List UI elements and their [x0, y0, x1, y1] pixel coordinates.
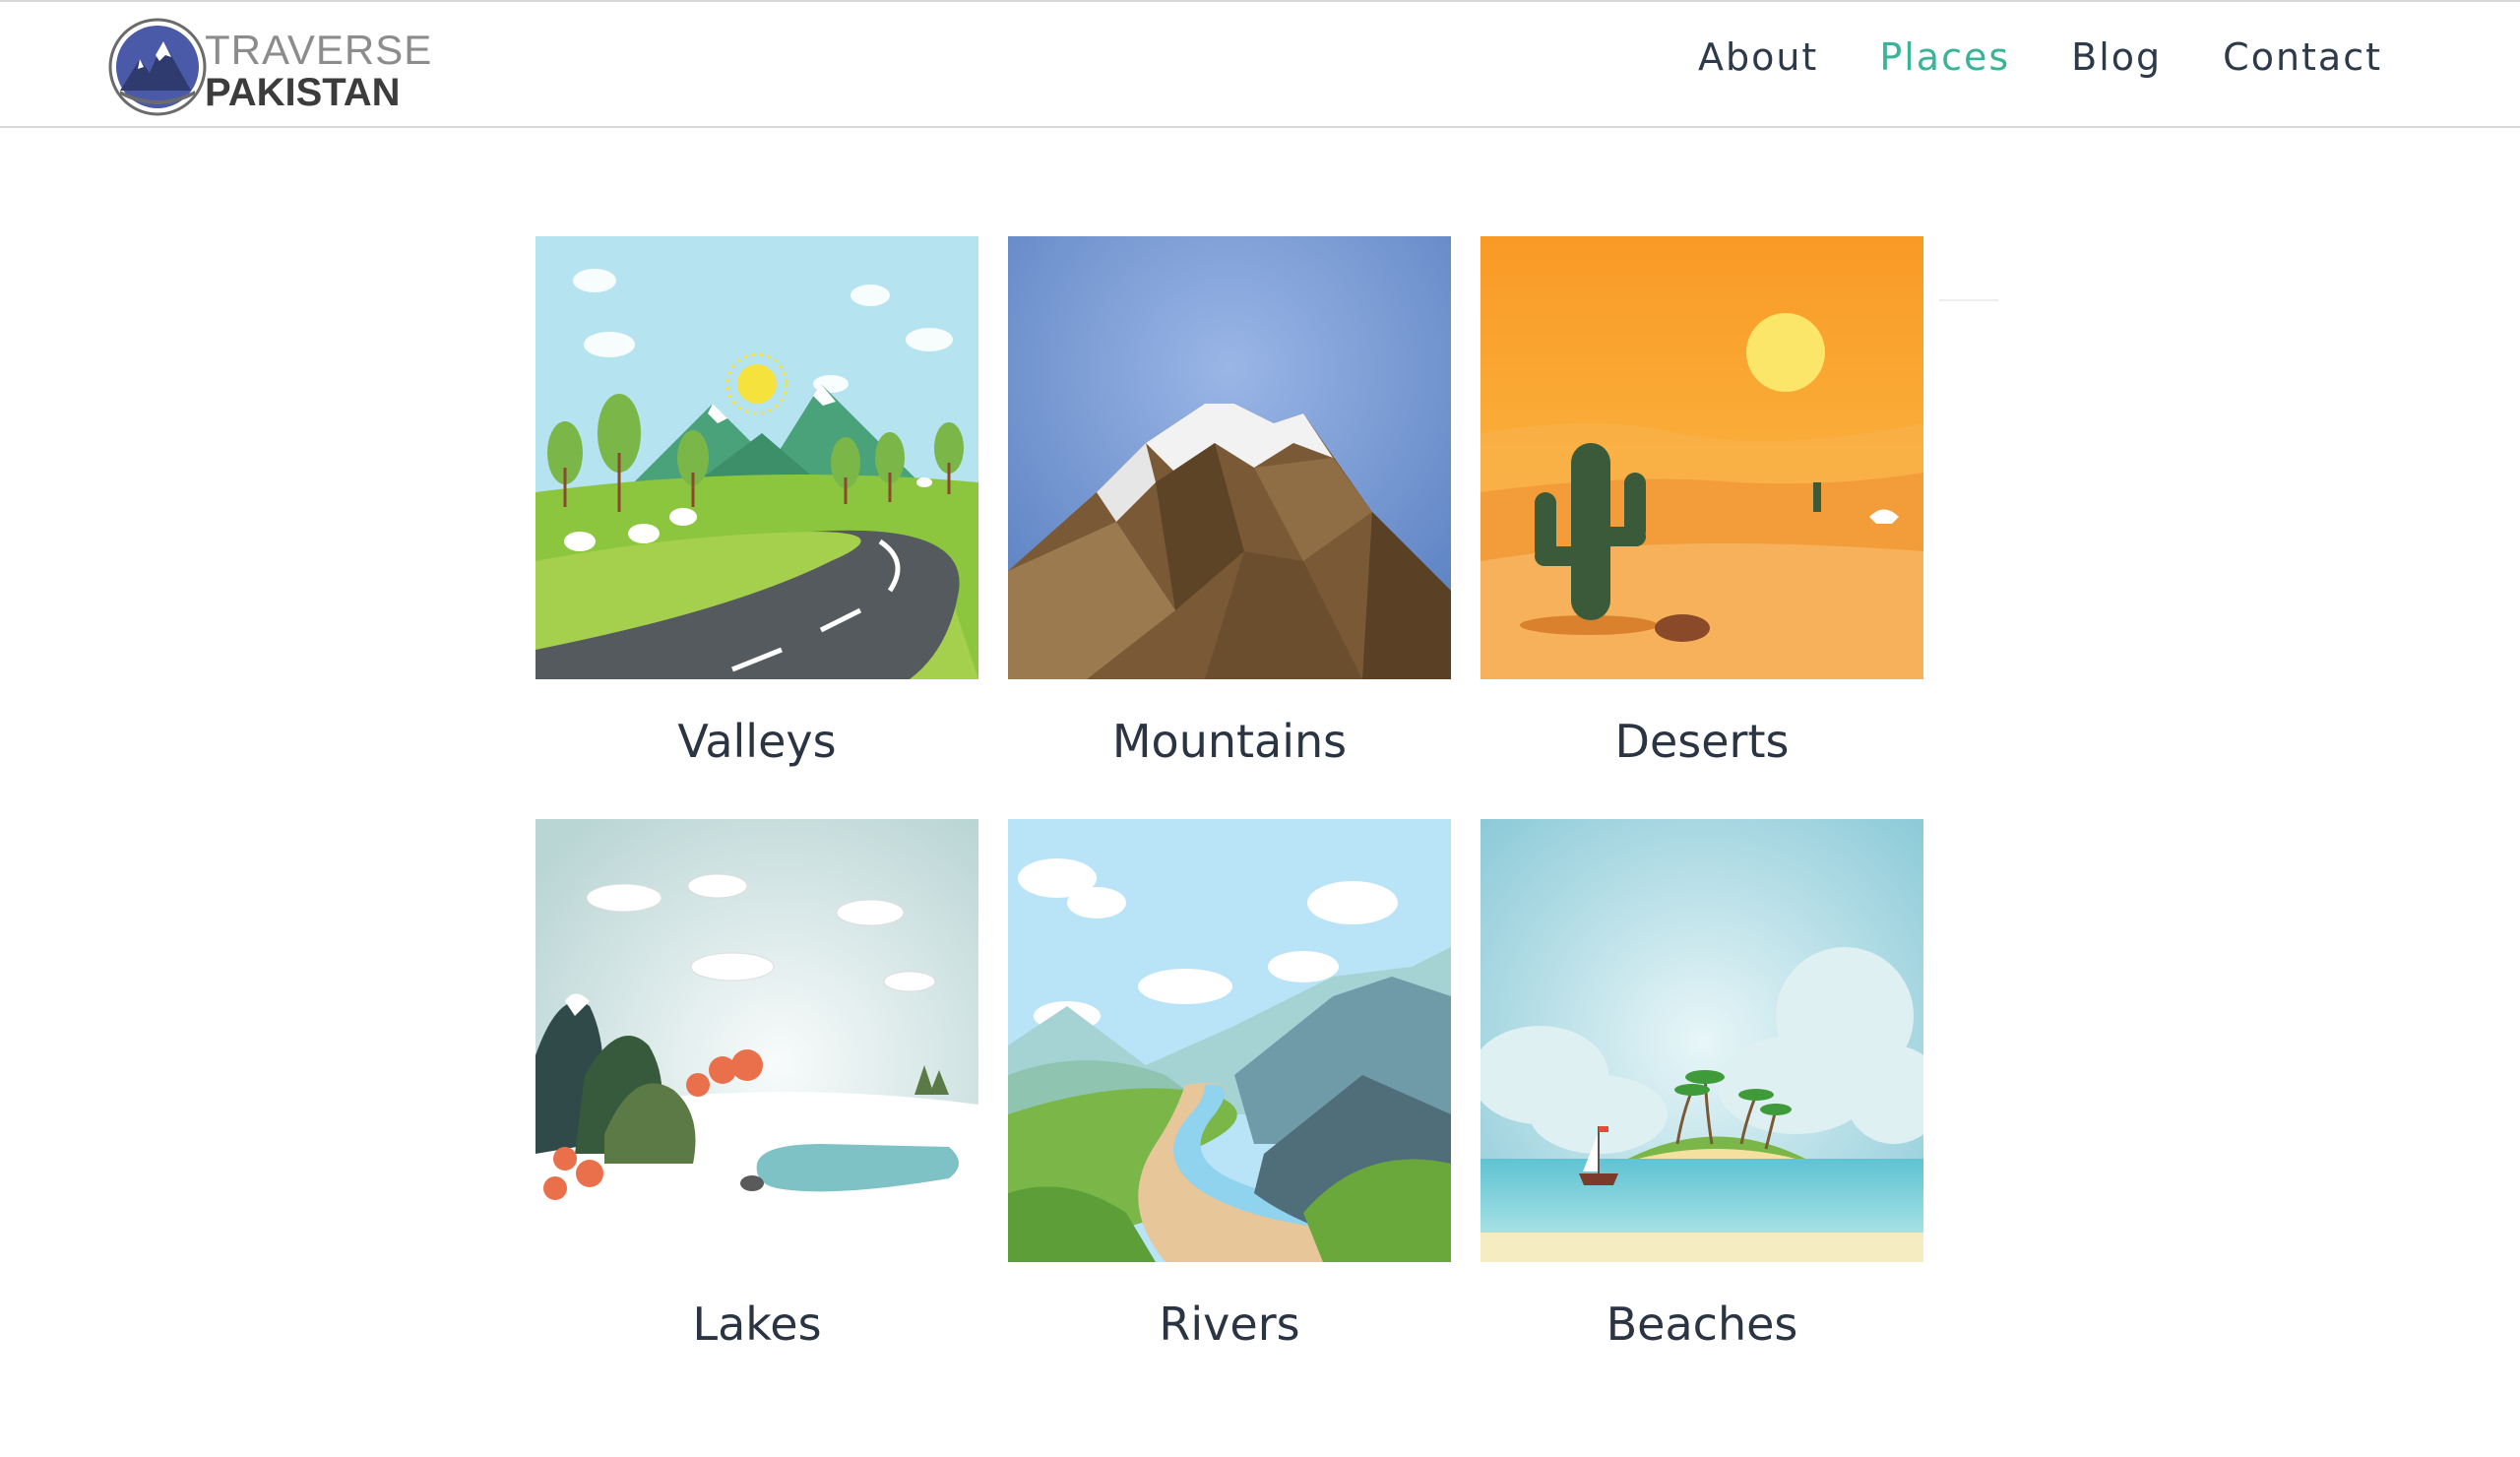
- desert-cactus-illustration: [1480, 236, 1923, 679]
- main-nav: About Places Blog Contact: [1698, 30, 2382, 85]
- site-header: TRAVERSE PAKISTAN About Places Blog Cont…: [0, 2, 2520, 128]
- island-beach-illustration: [1480, 819, 1923, 1262]
- brand-line2: PAKISTAN: [205, 71, 401, 114]
- place-label: Beaches: [1606, 1298, 1798, 1351]
- place-label: Lakes: [692, 1298, 822, 1351]
- brand-logo[interactable]: TRAVERSE PAKISTAN: [106, 16, 431, 118]
- nav-places[interactable]: Places: [1879, 35, 2010, 79]
- place-label: Valleys: [677, 715, 837, 768]
- place-card-beaches[interactable]: Beaches: [1480, 819, 1923, 1351]
- brand-wordmark: TRAVERSE PAKISTAN: [205, 27, 433, 114]
- place-card-lakes[interactable]: Lakes: [536, 819, 978, 1351]
- nav-about[interactable]: About: [1698, 35, 1818, 79]
- place-label: Deserts: [1614, 715, 1790, 768]
- river-valley-illustration: [1008, 819, 1451, 1262]
- place-label: Mountains: [1111, 715, 1348, 768]
- place-card-valleys[interactable]: Valleys: [536, 236, 978, 768]
- place-card-deserts[interactable]: Deserts: [1480, 236, 1923, 768]
- snowy-lake-illustration: [536, 819, 978, 1262]
- brand-line1: TRAVERSE: [205, 27, 433, 73]
- mountain-badge-icon: [108, 18, 207, 116]
- mountain-peak-illustration: [1008, 236, 1451, 679]
- place-label: Rivers: [1159, 1298, 1300, 1351]
- valley-road-illustration: [536, 236, 978, 679]
- place-card-mountains[interactable]: Mountains: [1008, 236, 1451, 768]
- nav-blog[interactable]: Blog: [2071, 35, 2162, 79]
- nav-contact[interactable]: Contact: [2223, 35, 2382, 79]
- place-card-rivers[interactable]: Rivers: [1008, 819, 1451, 1351]
- divider: [1939, 299, 1998, 301]
